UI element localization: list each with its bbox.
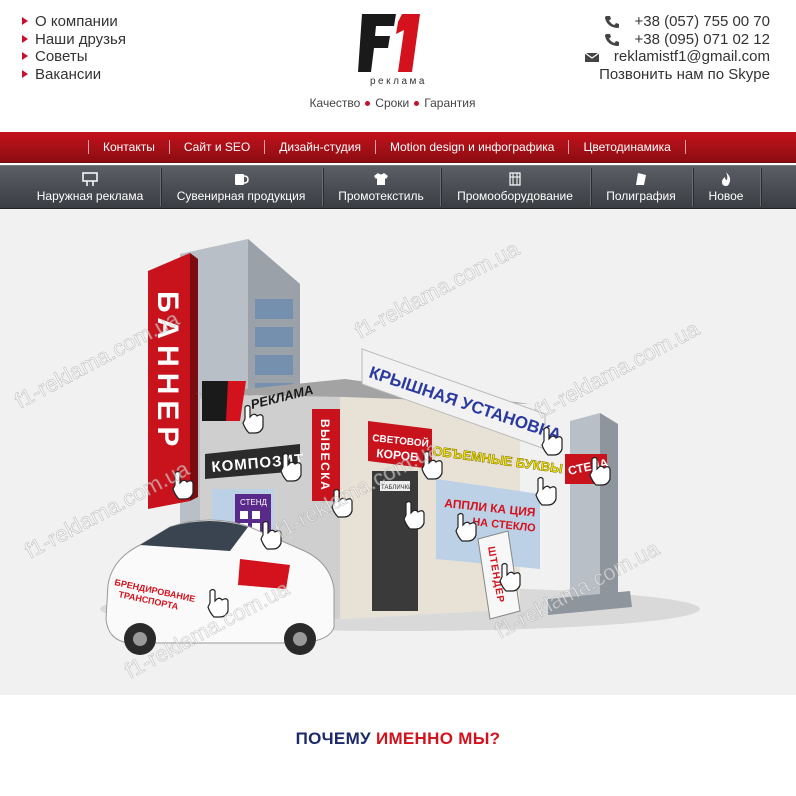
phone-1[interactable]: +38 (057) 755 00 70 — [584, 13, 770, 31]
link-tips[interactable]: Советы — [22, 48, 126, 66]
nav-promo-textile[interactable]: Промотекстиль — [324, 166, 438, 208]
tagline: Качество Сроки Гарантия — [309, 96, 476, 110]
nav-printing[interactable]: Полиграфия — [592, 166, 690, 208]
phone-icon — [605, 33, 620, 46]
nav-souvenirs[interactable]: Сувенирная продукция — [162, 166, 320, 208]
phone-2[interactable]: +38 (095) 071 02 12 — [584, 31, 770, 49]
svg-text:реклама: реклама — [370, 76, 426, 86]
dot-icon — [414, 100, 420, 106]
nav-color-dynamics[interactable]: Цветодинамика — [569, 140, 684, 154]
nav-contacts[interactable]: Контакты — [89, 140, 169, 154]
site-header: О компании Наши друзья Советы Вакансии р… — [0, 0, 796, 132]
svg-text:f1-reklama.com.ua: f1-reklama.com.ua — [531, 315, 704, 423]
tshirt-icon — [374, 173, 388, 185]
bullet-icon — [22, 69, 28, 78]
hero-illustration: БАННЕР РЕКЛАМА КРЫШНАЯ УСТАНОВКА КОМПОЗИ… — [0, 209, 796, 695]
why-us-section: ПОЧЕМУ ИМЕННО МЫ? — [0, 695, 796, 796]
svg-text:ВЫВЕСКА: ВЫВЕСКА — [318, 419, 332, 491]
top-left-links: О компании Наши друзья Советы Вакансии — [22, 13, 126, 83]
link-friends[interactable]: Наши друзья — [22, 31, 126, 49]
main-nav: Наружная реклама Сувенирная продукция Пр… — [0, 165, 796, 210]
bullet-icon — [22, 52, 28, 60]
nav-design-studio[interactable]: Дизайн-студия — [265, 140, 375, 154]
email-link[interactable]: reklamistf1@gmail.com — [584, 48, 770, 66]
skype-call-link[interactable]: Позвонить нам по Skype — [584, 66, 770, 84]
link-about[interactable]: О компании — [22, 13, 126, 31]
link-vacancies[interactable]: Вакансии — [22, 66, 126, 84]
envelope-icon — [584, 52, 600, 63]
phone-icon — [605, 16, 620, 29]
secondary-nav: Контакты Сайт и SEO Дизайн-студия Motion… — [0, 132, 796, 163]
nav-separator — [684, 140, 686, 154]
advertising-scene: БАННЕР РЕКЛАМА КРЫШНАЯ УСТАНОВКА КОМПОЗИ… — [10, 235, 704, 684]
why-us-title: ПОЧЕМУ ИМЕННО МЫ? — [295, 729, 501, 748]
nav-promo-equipment[interactable]: Промооборудование — [442, 166, 588, 208]
site-logo[interactable]: реклама — [358, 12, 426, 87]
bullet-icon — [22, 34, 28, 43]
svg-text:f1-reklama.com.ua: f1-reklama.com.ua — [351, 235, 524, 343]
stand-icon — [509, 172, 521, 186]
paper-icon — [636, 173, 646, 185]
nav-motion-design[interactable]: Motion design и инфографика — [376, 140, 568, 154]
nav-outdoor-ads[interactable]: Наружная реклама — [22, 166, 158, 208]
svg-text:СТЕНД: СТЕНД — [240, 498, 268, 507]
billboard-icon — [82, 172, 98, 186]
mug-icon — [235, 174, 249, 185]
fire-icon — [722, 172, 731, 186]
dot-icon — [365, 100, 371, 106]
nav-separator — [760, 168, 762, 206]
nav-new[interactable]: Новое — [694, 166, 758, 208]
bullet-icon — [22, 17, 28, 25]
nav-site-seo[interactable]: Сайт и SEO — [170, 140, 264, 154]
contacts-block: +38 (057) 755 00 70 +38 (095) 071 02 12 … — [584, 13, 770, 83]
